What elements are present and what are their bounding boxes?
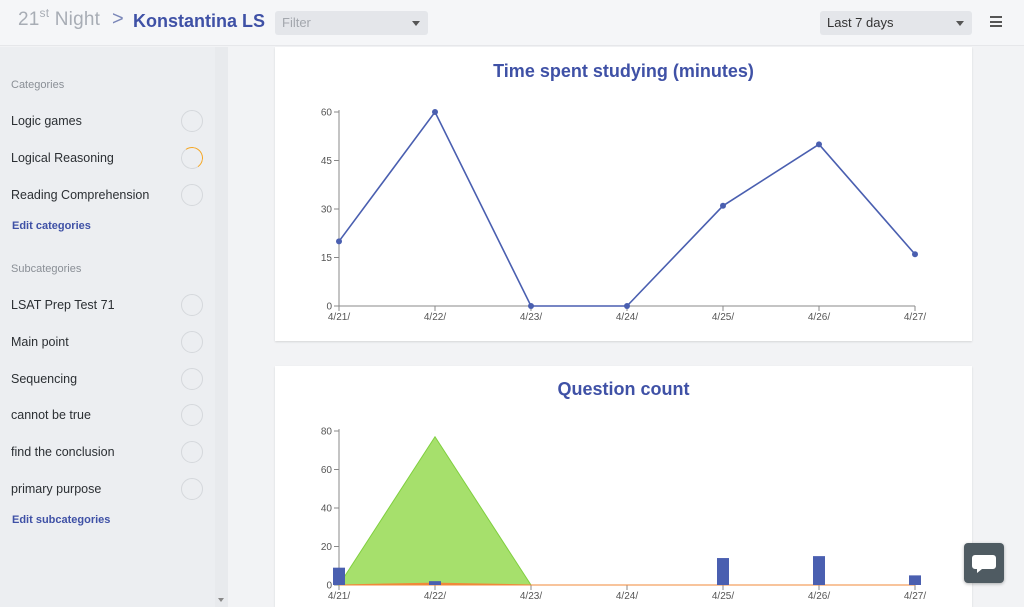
subcategory-label: primary purpose: [11, 482, 102, 496]
data-point: [336, 238, 342, 245]
x-tick-label: 4/21/: [328, 312, 350, 323]
x-tick-label: 4/24/: [616, 312, 638, 323]
y-tick-label: 40: [321, 504, 333, 515]
bar: [333, 567, 345, 585]
x-tick-label: 4/26/: [808, 591, 830, 602]
subcategory-item[interactable]: cannot be true: [0, 400, 215, 430]
filter-select[interactable]: Filter: [275, 11, 428, 35]
progress-ring-icon: [181, 110, 203, 132]
page-title[interactable]: Konstantina LS: [133, 11, 265, 32]
data-point: [912, 251, 918, 258]
scroll-down-arrow-icon[interactable]: [218, 598, 224, 602]
edit-subcategories-link[interactable]: Edit subcategories: [12, 514, 110, 526]
progress-ring-icon: [181, 331, 203, 353]
x-tick-label: 4/23/: [520, 312, 542, 323]
y-tick-label: 20: [321, 542, 333, 553]
sidebar-scrollbar[interactable]: [215, 47, 228, 607]
progress-ring-icon: [181, 478, 203, 500]
y-tick-label: 45: [321, 156, 333, 167]
subcategory-label: LSAT Prep Test 71: [11, 298, 115, 312]
x-tick-label: 4/21/: [328, 591, 350, 602]
top-bar: 21st Night > Konstantina LS Filter Last …: [0, 0, 1024, 46]
y-tick-label: 60: [321, 465, 333, 476]
subcategory-label: Sequencing: [11, 372, 78, 386]
subcategory-label: Main point: [11, 335, 69, 349]
chevron-down-icon: [956, 21, 964, 26]
x-tick-label: 4/27/: [904, 591, 926, 602]
question-count-card: Question count 0 20 40 60 80 4/21/4/22/4/23/4…: [275, 366, 972, 607]
brand-suffix: st: [39, 6, 50, 20]
brand-number: 21: [18, 9, 40, 30]
progress-ring-icon: [181, 404, 203, 426]
data-point: [816, 141, 822, 148]
bar: [429, 581, 441, 585]
y-tick-label: 60: [321, 108, 333, 119]
y-tick-label: 0: [326, 581, 332, 592]
chat-bubble-icon: [972, 555, 996, 573]
x-tick-label: 4/26/: [808, 312, 830, 323]
subcategory-label: find the conclusion: [11, 445, 115, 459]
study-time-line-chart: 0 15 30 45 60 4/21/4/22/4/23/4/24/4/25/4/26/4…: [321, 108, 926, 324]
subcategories-heading: Subcategories: [11, 263, 82, 275]
breadcrumb-separator: >: [112, 8, 124, 30]
sidebar: Categories Logic games Logical Reasoning…: [0, 47, 215, 607]
data-point: [720, 202, 726, 209]
bar: [909, 575, 921, 585]
category-label: Reading Comprehension: [11, 188, 150, 202]
progress-ring-icon: [181, 368, 203, 390]
categories-heading: Categories: [11, 79, 65, 91]
brand-name: Night: [54, 9, 101, 30]
orange-area-series: [338, 582, 915, 586]
chat-button[interactable]: [964, 543, 1004, 583]
y-tick-label: 15: [321, 253, 333, 264]
y-tick-label: 0: [326, 302, 332, 313]
data-point: [432, 109, 438, 115]
chevron-down-icon: [412, 21, 420, 26]
x-tick-label: 4/25/: [712, 591, 734, 602]
y-tick-label: 80: [321, 427, 333, 438]
progress-ring-icon: [181, 441, 203, 463]
green-area-series: [338, 435, 915, 586]
x-tick-label: 4/24/: [616, 591, 638, 602]
category-label: Logic games: [11, 114, 82, 128]
x-tick-label: 4/22/: [424, 312, 446, 323]
subcategory-item[interactable]: Sequencing: [0, 364, 215, 394]
subcategory-item[interactable]: find the conclusion: [0, 437, 215, 467]
data-point: [528, 303, 534, 309]
x-tick-label: 4/25/: [712, 312, 734, 323]
subcategory-item[interactable]: primary purpose: [0, 474, 215, 504]
category-label: Logical Reasoning: [11, 151, 114, 165]
hamburger-menu-icon[interactable]: [990, 16, 1002, 27]
category-item-logic-games[interactable]: Logic games: [0, 106, 215, 136]
series-line: [338, 110, 916, 307]
filter-placeholder: Filter: [282, 15, 311, 30]
brand-logo[interactable]: 21st Night: [18, 6, 101, 31]
question-count-chart: 0 20 40 60 80 4/21/4/22/4/23/4/24/4/25/4/26/4…: [321, 427, 926, 603]
progress-ring-icon: [181, 184, 203, 206]
date-range-value: Last 7 days: [827, 15, 894, 30]
progress-ring-icon: [179, 145, 205, 171]
y-tick-label: 30: [321, 205, 333, 216]
subcategory-label: cannot be true: [11, 408, 91, 422]
x-tick-label: 4/23/: [520, 591, 542, 602]
data-point: [624, 303, 630, 309]
bar: [717, 558, 729, 585]
x-tick-label: 4/22/: [424, 591, 446, 602]
date-range-select[interactable]: Last 7 days: [820, 11, 972, 35]
subcategory-item[interactable]: Main point: [0, 327, 215, 357]
subcategory-item[interactable]: LSAT Prep Test 71: [0, 290, 215, 320]
edit-categories-link[interactable]: Edit categories: [12, 220, 91, 232]
category-item-reading-comprehension[interactable]: Reading Comprehension: [0, 180, 215, 210]
progress-ring-icon: [181, 294, 203, 316]
x-tick-label: 4/27/: [904, 312, 926, 323]
category-item-logical-reasoning[interactable]: Logical Reasoning: [0, 143, 215, 173]
study-time-card: Time spent studying (minutes) 0 15 30 45 60 4…: [275, 47, 972, 341]
bar: [813, 556, 825, 585]
